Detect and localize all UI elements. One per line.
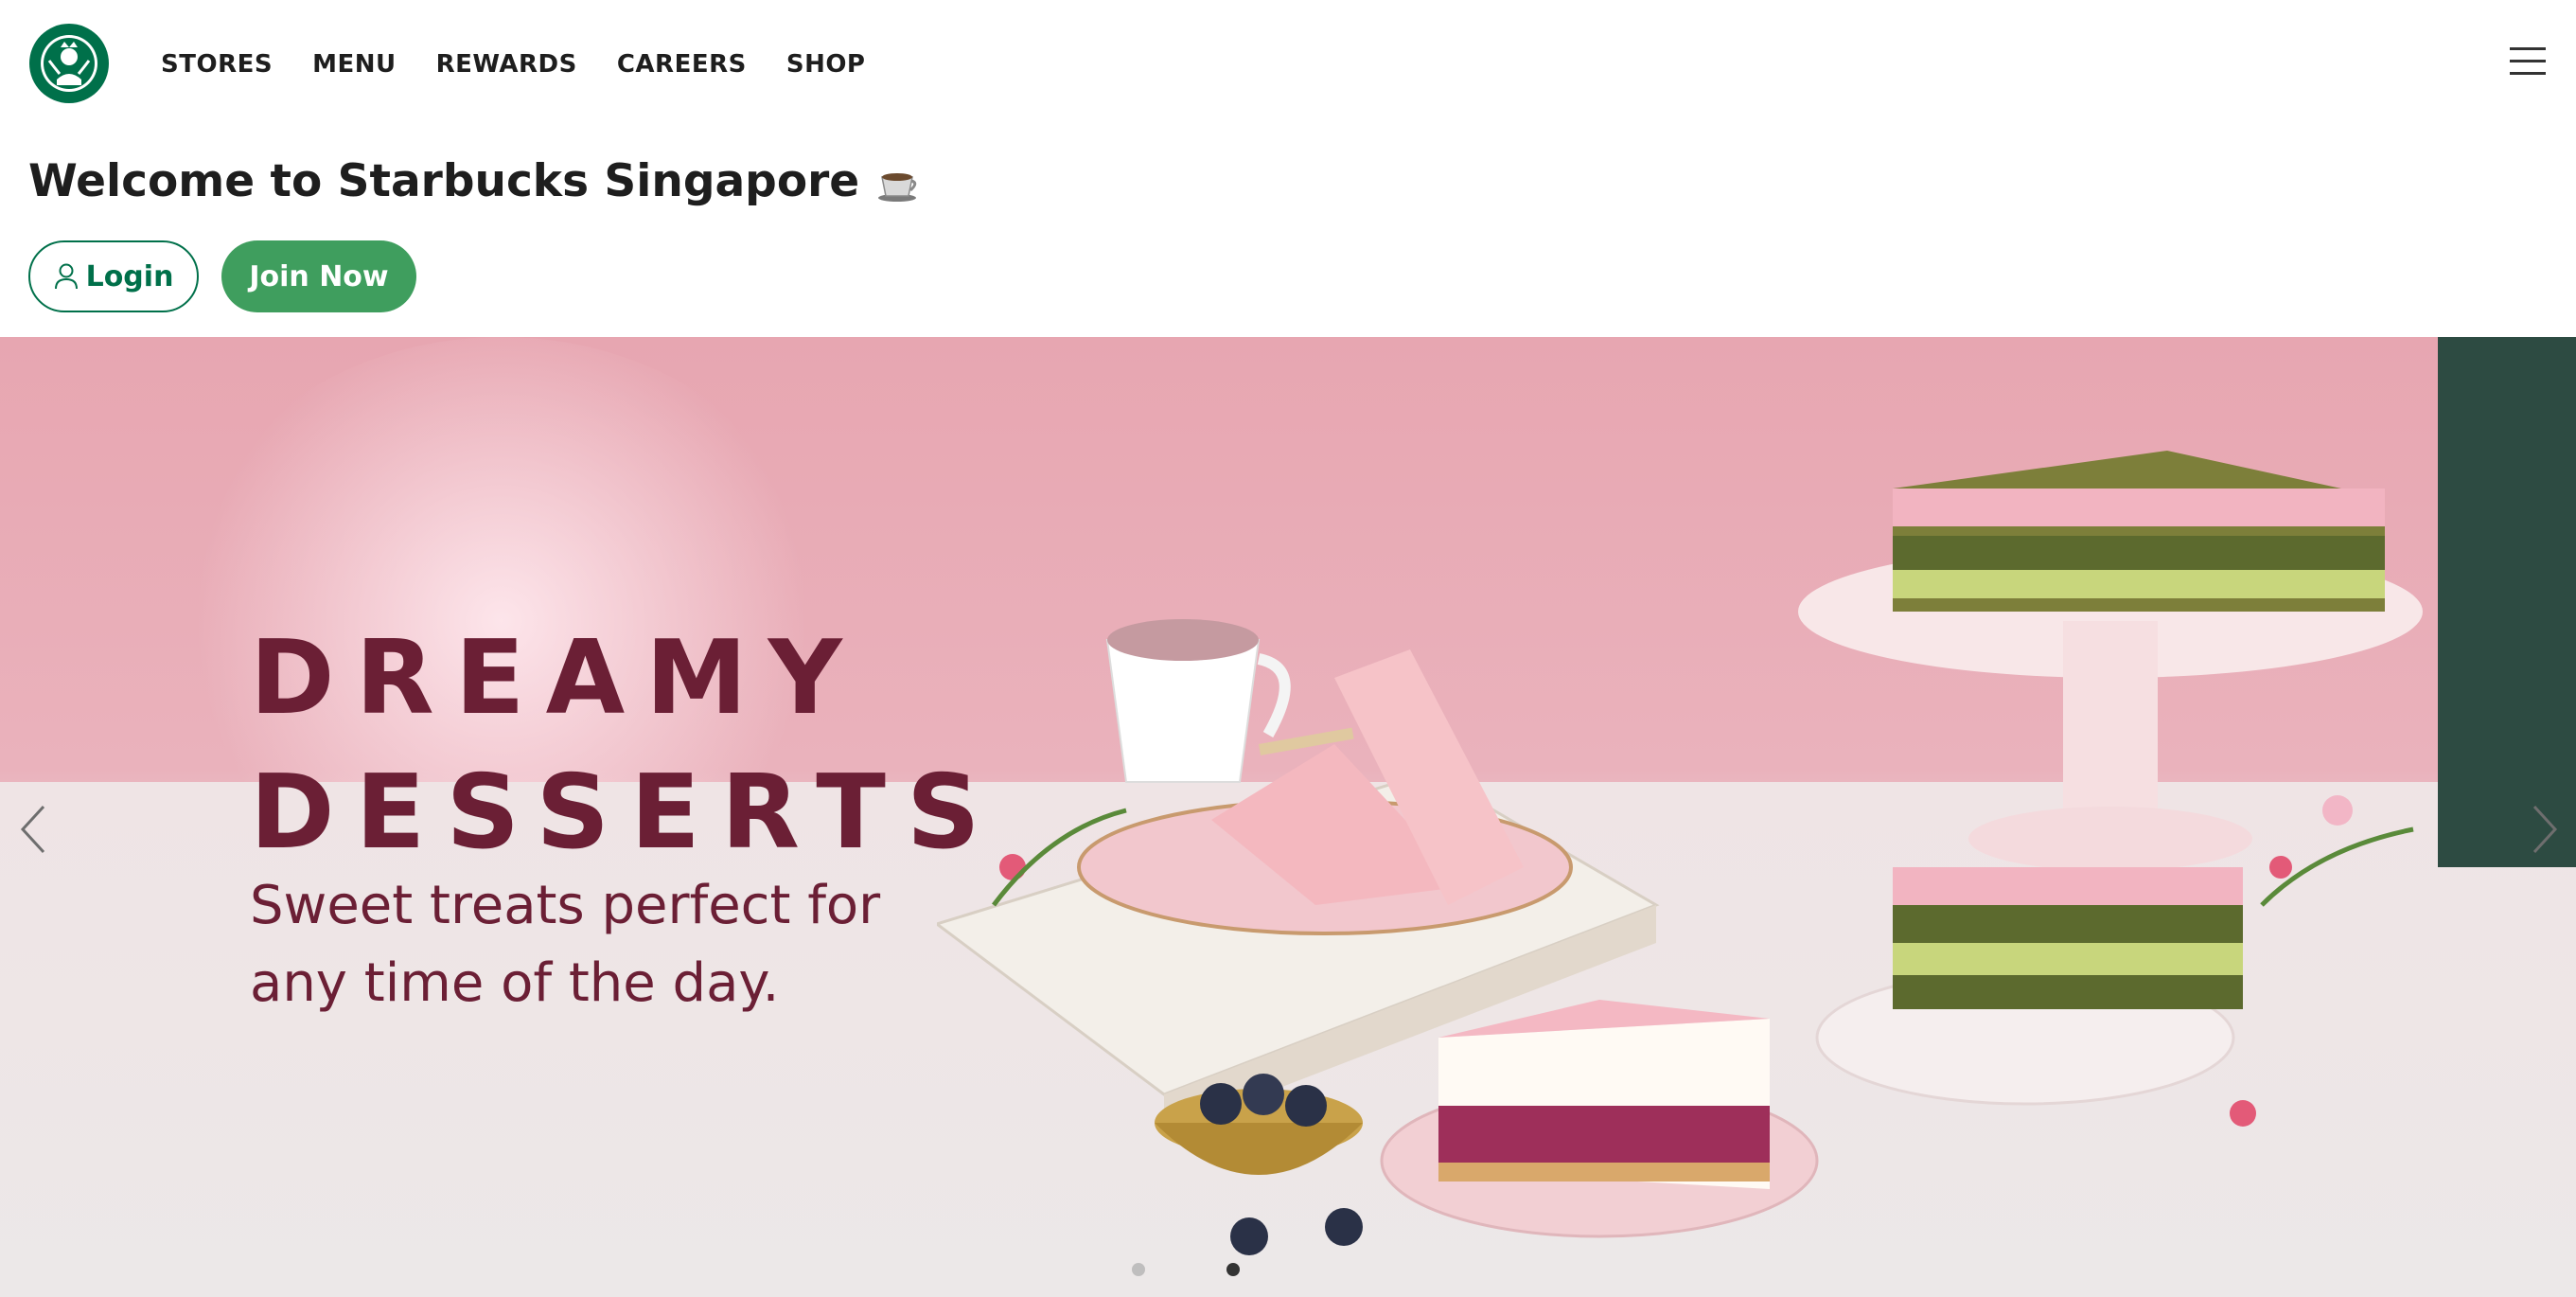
- hero-banner[interactable]: DREAMY DESSERTS Sweet treats perfect for…: [0, 337, 2576, 1297]
- starbucks-logo-icon[interactable]: [28, 23, 110, 104]
- join-now-button[interactable]: Join Now: [221, 240, 416, 312]
- coffee-cup-icon: [876, 163, 920, 202]
- hero-subtitle: Sweet treats perfect for any time of the…: [250, 875, 881, 1014]
- main-nav: STORES MENU REWARDS CAREERS SHOP: [161, 45, 866, 83]
- login-button[interactable]: Login: [28, 240, 199, 312]
- dessert-illustration: [937, 451, 2423, 1255]
- nav-stores[interactable]: STORES: [161, 50, 273, 79]
- carousel-dot-1[interactable]: [1132, 1263, 1145, 1276]
- welcome-heading: Welcome to Starbucks Singapore: [28, 155, 920, 207]
- login-label: Login: [85, 259, 174, 293]
- hero-green-wall: [2438, 337, 2576, 867]
- nav-shop[interactable]: SHOP: [786, 50, 866, 79]
- hero-headline: DREAMY DESSERTS: [250, 619, 1001, 872]
- welcome-title: Welcome to Starbucks Singapore: [28, 155, 860, 207]
- chevron-right-icon[interactable]: [2525, 801, 2563, 858]
- auth-buttons: Login Join Now: [28, 240, 416, 312]
- carousel-dot-2[interactable]: [1226, 1263, 1240, 1276]
- nav-menu[interactable]: MENU: [312, 50, 397, 79]
- person-icon: [54, 262, 79, 291]
- carousel-dots: [1132, 1263, 1240, 1276]
- chevron-left-icon[interactable]: [15, 801, 53, 858]
- nav-careers[interactable]: CAREERS: [617, 50, 747, 79]
- hamburger-icon[interactable]: [2510, 47, 2548, 81]
- nav-rewards[interactable]: REWARDS: [436, 50, 577, 79]
- site-header: STORES MENU REWARDS CAREERS SHOP: [0, 0, 2576, 131]
